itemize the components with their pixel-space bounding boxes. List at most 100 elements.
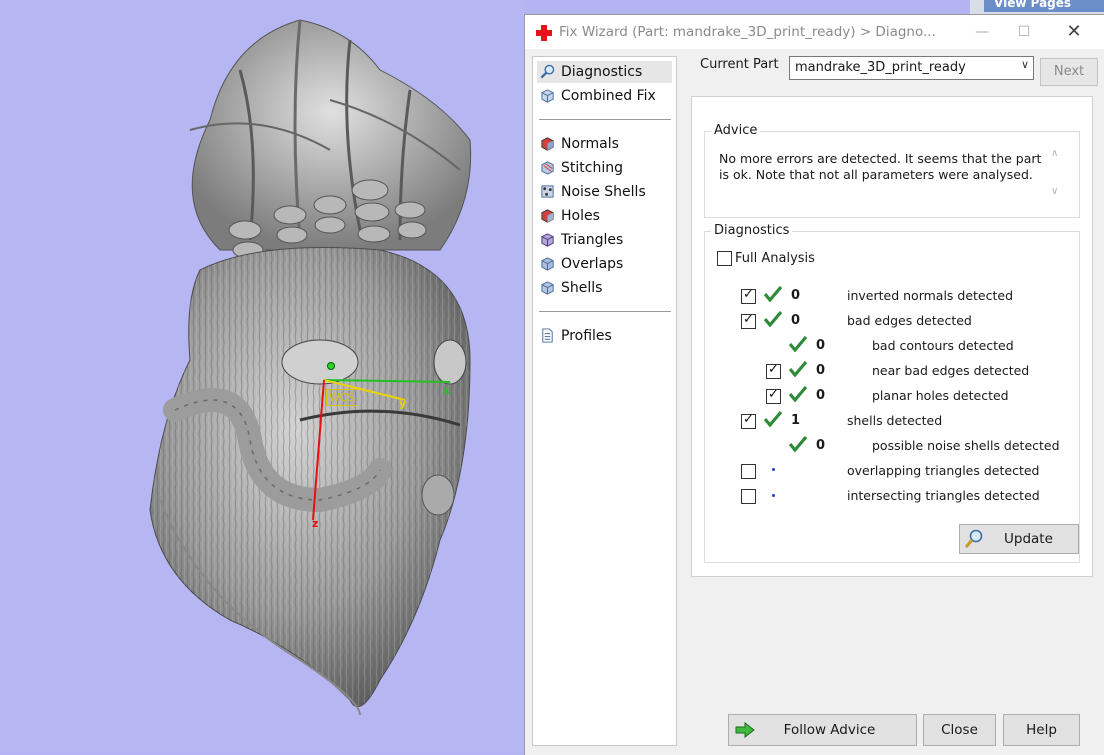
- nav-item-diagnostics[interactable]: Diagnostics: [537, 61, 672, 83]
- noise-shells-icon: [541, 185, 554, 198]
- wizard-nav: Diagnostics Combined Fix Normals Stitchi…: [532, 56, 677, 746]
- planar-holes-count: 0: [816, 388, 826, 403]
- nav-label: Profiles: [561, 328, 612, 344]
- nav-label: Shells: [561, 280, 603, 296]
- document-icon: [542, 328, 553, 343]
- nav-label: Triangles: [561, 232, 624, 248]
- nav-separator: [539, 119, 671, 120]
- planar-holes-label: planar holes detected: [872, 388, 1009, 403]
- minimize-button[interactable]: —: [959, 15, 1005, 49]
- follow-advice-button[interactable]: Follow Advice: [728, 714, 917, 746]
- chevron-down-icon: ∨: [1020, 58, 1029, 71]
- full-analysis-label: Full Analysis: [735, 251, 815, 266]
- close-button[interactable]: Close: [923, 714, 996, 746]
- nav-item-shells[interactable]: Shells: [537, 277, 672, 299]
- nav-item-profiles[interactable]: Profiles: [537, 325, 672, 347]
- full-analysis-checkbox[interactable]: [717, 251, 732, 266]
- overlapping-triangles-checkbox[interactable]: [741, 464, 756, 479]
- bad-edges-count: 0: [791, 313, 801, 328]
- shells-count: 1: [791, 413, 801, 428]
- magnifier-icon: [964, 529, 983, 548]
- advice-text: No more errors are detected. It seems th…: [719, 151, 1042, 182]
- noise-shells-label: possible noise shells detected: [872, 438, 1060, 453]
- nav-label: Diagnostics: [561, 64, 643, 80]
- current-part-label: Current Part: [700, 57, 779, 72]
- follow-advice-label: Follow Advice: [783, 722, 876, 738]
- inverted-normals-checkbox[interactable]: ✓: [741, 287, 756, 304]
- green-arrow-icon: [735, 722, 755, 738]
- y-axis-label: y: [399, 397, 406, 410]
- check-ok-icon: [789, 361, 807, 377]
- overlapping-triangles-label: overlapping triangles detected: [847, 463, 1040, 478]
- nav-label: Overlaps: [561, 256, 624, 272]
- near-bad-edges-count: 0: [816, 363, 826, 378]
- shells-icon: [541, 281, 554, 295]
- check-ok-icon: [789, 436, 807, 452]
- help-button[interactable]: Help: [1003, 714, 1080, 746]
- x-axis-label: x: [443, 384, 450, 397]
- pending-dot-icon: [772, 494, 775, 497]
- inverted-normals-label: inverted normals detected: [847, 288, 1014, 303]
- noise-shells-count: 0: [816, 438, 826, 453]
- nav-item-holes[interactable]: Holes: [537, 205, 672, 227]
- triangles-icon: [541, 233, 554, 247]
- nav-label: Normals: [561, 136, 619, 152]
- near-bad-edges-label: near bad edges detected: [872, 363, 1030, 378]
- check-ok-icon: [764, 286, 782, 302]
- magnifier-icon: [540, 64, 555, 79]
- normals-icon: [541, 137, 554, 151]
- nav-separator: [539, 311, 671, 312]
- nav-item-overlaps[interactable]: Overlaps: [537, 253, 672, 275]
- title-bar[interactable]: Fix Wizard (Part: mandrake_3D_print_read…: [525, 15, 1104, 49]
- 3d-viewport[interactable]: x y z WCS: [0, 0, 524, 754]
- current-part-select[interactable]: mandrake_3D_print_ready ∨: [789, 56, 1034, 80]
- scroll-up-icon[interactable]: ∧: [1051, 148, 1058, 159]
- update-button[interactable]: Update: [959, 524, 1079, 554]
- shells-label: shells detected: [847, 413, 943, 428]
- cube-icon: [541, 89, 554, 103]
- bad-edges-checkbox[interactable]: ✓: [741, 312, 756, 329]
- maximize-button[interactable]: ☐: [1001, 15, 1047, 49]
- diagnostics-panel: Advice No more errors are detected. It s…: [691, 96, 1093, 577]
- update-label: Update: [1004, 531, 1053, 547]
- overlaps-icon: [541, 257, 554, 271]
- close-window-button[interactable]: ✕: [1051, 15, 1097, 49]
- check-ok-icon: [764, 411, 782, 427]
- near-bad-edges-checkbox[interactable]: ✓: [766, 362, 781, 379]
- nav-label: Stitching: [561, 160, 623, 176]
- wcs-label: WCS: [326, 389, 358, 406]
- bad-contours-count: 0: [816, 338, 826, 353]
- fix-wizard-dialog: Fix Wizard (Part: mandrake_3D_print_read…: [524, 14, 1104, 755]
- nav-item-normals[interactable]: Normals: [537, 133, 672, 155]
- advice-title: Advice: [711, 123, 761, 138]
- view-pages-tab[interactable]: View Pages: [984, 0, 1104, 12]
- nav-item-noise-shells[interactable]: Noise Shells: [537, 181, 672, 203]
- diagnostics-group: Diagnostics Full Analysis ✓ 0 inverted n…: [704, 223, 1080, 563]
- advice-scrollbar[interactable]: ∧ ∨: [1049, 148, 1065, 204]
- intersecting-triangles-checkbox[interactable]: [741, 489, 756, 504]
- planar-holes-checkbox[interactable]: ✓: [766, 387, 781, 404]
- app-cross-icon: [536, 25, 552, 41]
- bad-edges-label: bad edges detected: [847, 313, 972, 328]
- nav-label: Combined Fix: [561, 88, 656, 104]
- nav-item-triangles[interactable]: Triangles: [537, 229, 672, 251]
- inverted-normals-count: 0: [791, 288, 801, 303]
- z-axis-label: z: [312, 517, 318, 530]
- pending-dot-icon: [772, 468, 775, 471]
- nav-label: Noise Shells: [561, 184, 646, 200]
- check-ok-icon: [764, 311, 782, 327]
- next-button[interactable]: Next: [1040, 58, 1098, 86]
- shells-checkbox[interactable]: ✓: [741, 412, 756, 429]
- check-ok-icon: [789, 336, 807, 352]
- mandrake-3d-model[interactable]: x y z: [0, 0, 524, 754]
- dialog-title: Fix Wizard (Part: mandrake_3D_print_read…: [559, 24, 936, 40]
- holes-icon: [541, 209, 554, 223]
- nav-item-stitching[interactable]: Stitching: [537, 157, 672, 179]
- check-ok-icon: [789, 386, 807, 402]
- current-part-value: mandrake_3D_print_ready: [795, 60, 966, 75]
- stitching-icon: [541, 161, 554, 175]
- scroll-down-icon[interactable]: ∨: [1051, 186, 1058, 197]
- intersecting-triangles-label: intersecting triangles detected: [847, 488, 1040, 503]
- nav-item-combined-fix[interactable]: Combined Fix: [537, 85, 672, 107]
- nav-label: Holes: [561, 208, 600, 224]
